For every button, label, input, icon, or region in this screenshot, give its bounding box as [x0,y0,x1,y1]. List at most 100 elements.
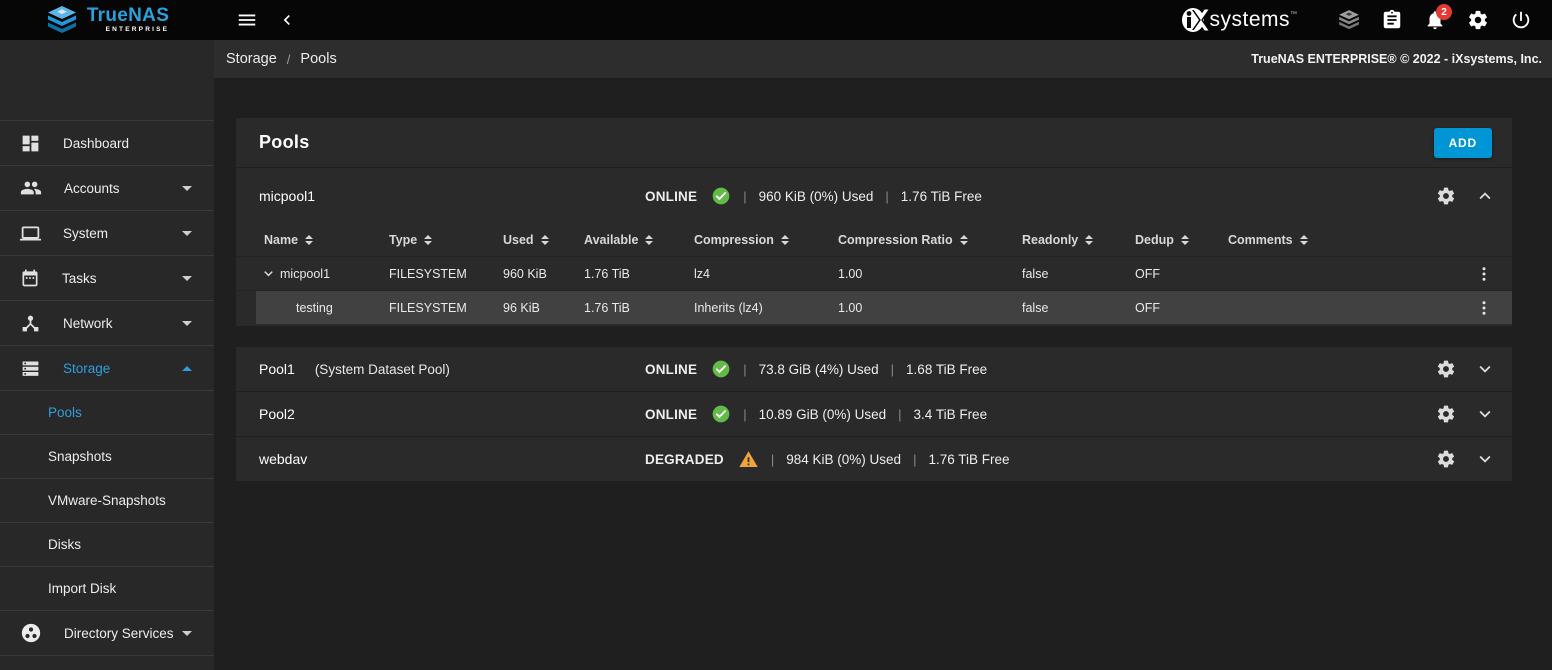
sort-icon [1181,235,1189,245]
column-header-type[interactable]: Type [389,233,503,247]
sidebar-item-pools[interactable]: Pools [0,391,214,435]
dataset-compression-ratio: 1.00 [838,267,1022,281]
status-separator: | [885,189,888,204]
pool-name: webdav [259,451,307,467]
sidebar-item-snapshots[interactable]: Snapshots [0,435,214,479]
ixsystems-logo[interactable]: systems ™ [1179,5,1297,35]
pool-free: 3.4 TiB Free [914,407,988,422]
chevron-down-icon [182,631,192,636]
pool-settings-button[interactable] [1433,401,1459,427]
pool-header-row[interactable]: micpool1 ONLINE | 960 KiB (0%) Used | 1. [236,168,1512,224]
expand-datasets-icon[interactable] [260,265,277,282]
chevron-down-icon [182,276,192,281]
pool-name: Pool1 [259,361,295,377]
pool-name: micpool1 [259,188,315,204]
network-hub-icon [20,313,41,334]
dataset-readonly: false [1022,301,1135,315]
add-pool-button[interactable]: ADD [1434,128,1492,158]
sidebar-item-network[interactable]: Network [0,301,214,346]
sidebar-item-directory-services[interactable]: Directory Services [0,611,214,656]
sidebar-item-system[interactable]: System [0,211,214,256]
truenas-status-button[interactable] [1332,3,1366,37]
pool-settings-button[interactable] [1433,356,1459,382]
pool-subtitle: (System Dataset Pool) [315,362,450,377]
pool-expand-button[interactable] [1472,401,1498,427]
dataset-dedup: OFF [1135,267,1228,281]
sidebar-item-dashboard[interactable]: Dashboard [0,121,214,166]
settings-button[interactable] [1461,3,1495,37]
menu-button[interactable] [230,3,264,37]
chevron-down-icon [182,186,192,191]
sort-icon [960,235,968,245]
dataset-row-micpool1[interactable]: micpool1 FILESYSTEM 960 KiB 1.76 TiB lz4… [236,256,1512,290]
truenas-logo[interactable]: TrueNAS ENTERPRISE [0,5,214,35]
power-icon [1510,9,1532,31]
dataset-compression: Inherits (lz4) [694,301,838,315]
pool-status-label: ONLINE [645,362,697,377]
column-header-available[interactable]: Available [584,233,694,247]
pool-collapse-button[interactable] [1472,183,1498,209]
column-header-compression[interactable]: Compression [694,233,838,247]
truenas-logo-icon [45,5,79,35]
sidebar-subitem-label: Pools [48,405,82,420]
sidebar-item-import-disk[interactable]: Import Disk [0,567,214,611]
sidebar-item-label: Accounts [64,181,120,196]
sidebar-subitem-label: Snapshots [48,449,112,464]
column-header-name[interactable]: Name [264,233,389,247]
column-header-dedup[interactable]: Dedup [1135,233,1228,247]
sort-icon [424,235,432,245]
dataset-actions-button[interactable] [1456,265,1512,283]
chevron-down-icon [1474,403,1496,425]
dataset-name: testing [296,301,333,315]
top-bar: TrueNAS ENTERPRISE systems ™ [0,0,1552,40]
jobs-button[interactable] [1375,3,1409,37]
column-header-readonly[interactable]: Readonly [1022,233,1135,247]
pool-header-row[interactable]: Pool2 ONLINE | 10.89 GiB (0%) Used | 3.4 [236,392,1512,436]
pool-name: Pool2 [259,406,295,422]
pool-settings-button[interactable] [1433,183,1459,209]
breadcrumb-storage[interactable]: Storage [226,51,277,67]
pool-free: 1.68 TiB Free [906,362,987,377]
column-header-compression-ratio[interactable]: Compression Ratio [838,233,1022,247]
pool-used: 10.89 GiB (0%) Used [759,407,887,422]
dataset-table-header: Name Type Used Available Compression Com… [236,224,1512,256]
pool-status: ONLINE | 10.89 GiB (0%) Used | 3.4 TiB F… [645,404,987,424]
dataset-row-testing[interactable]: testing FILESYSTEM 96 KiB 1.76 TiB Inher… [236,290,1512,324]
dataset-used: 960 KiB [503,267,584,281]
sidebar-item-disks[interactable]: Disks [0,523,214,567]
ixsystems-mark-icon [1179,5,1209,35]
breadcrumb-pools[interactable]: Pools [300,51,336,67]
pool-expand-button[interactable] [1472,446,1498,472]
sidebar-item-label: Tasks [62,271,97,286]
sidebar-item-storage[interactable]: Storage [0,346,214,391]
sidebar-subitem-label: Import Disk [48,581,116,596]
panel-gap [236,326,1512,346]
dataset-available: 1.76 TiB [584,267,694,281]
sidebar-item-accounts[interactable]: Accounts [0,166,214,211]
pool-settings-button[interactable] [1433,446,1459,472]
breadcrumb-divider: / [287,52,291,67]
pool-header-row[interactable]: webdav DEGRADED | 984 KiB (0%) Used | [236,437,1512,481]
dataset-used: 96 KiB [503,301,584,315]
breadcrumb-bar: Storage / Pools TrueNAS ENTERPRISE® © 20… [214,40,1552,78]
pool-header-row[interactable]: Pool1 (System Dataset Pool) ONLINE | 73.… [236,347,1512,391]
column-header-used[interactable]: Used [503,233,584,247]
pool-expand-button[interactable] [1472,356,1498,382]
ixsystems-tm: ™ [1290,11,1297,18]
nav-back-button[interactable] [270,3,304,37]
page-title: Pools [259,132,310,153]
sidebar-item-label: System [63,226,108,241]
dataset-actions-button[interactable] [1456,299,1512,317]
pool-status: ONLINE | 960 KiB (0%) Used | 1.76 TiB Fr… [645,186,982,206]
sidebar-item-vmware-snapshots[interactable]: VMware-Snapshots [0,479,214,523]
pool-used: 960 KiB (0%) Used [759,189,874,204]
dashboard-icon [20,133,41,154]
power-button[interactable] [1504,3,1538,37]
pool-status: DEGRADED | 984 KiB (0%) Used | 1.76 TiB … [645,449,1010,470]
sidebar-item-tasks[interactable]: Tasks [0,256,214,301]
notifications-button[interactable]: 2 [1418,3,1452,37]
pool-panel-micpool1: micpool1 ONLINE | 960 KiB (0%) Used | 1. [236,168,1512,326]
column-header-comments[interactable]: Comments [1228,233,1456,247]
sidebar-subitem-label: VMware-Snapshots [48,493,166,508]
column-label: Dedup [1135,233,1174,247]
